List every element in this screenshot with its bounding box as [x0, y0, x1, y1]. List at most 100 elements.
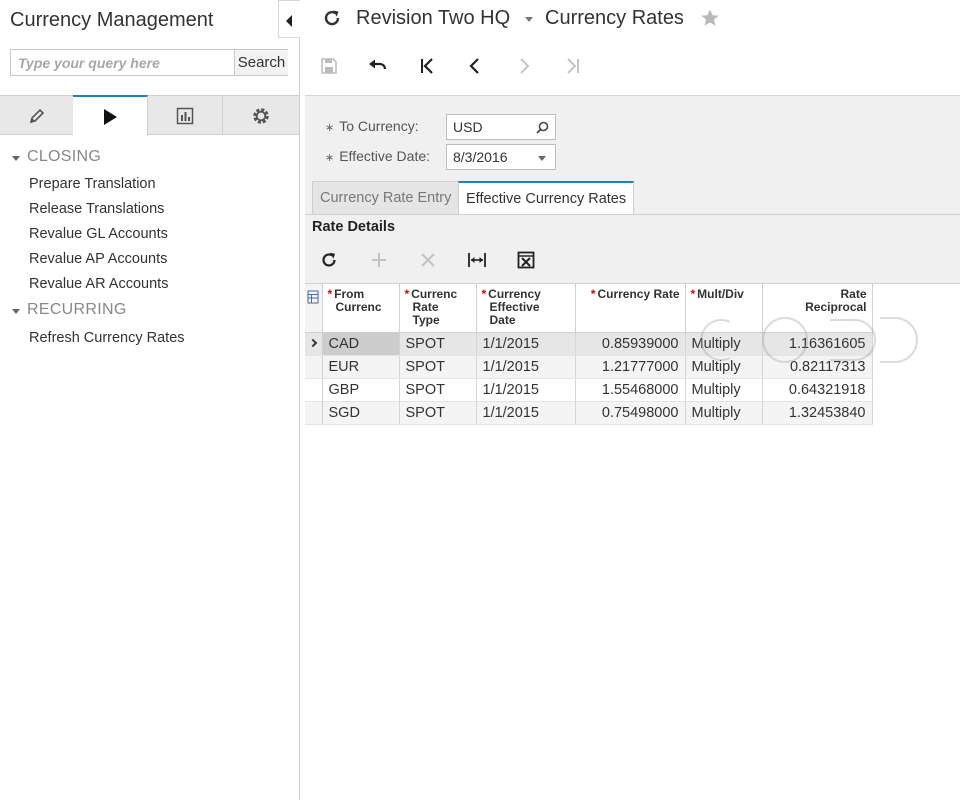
search-button[interactable]: Search: [234, 50, 288, 75]
nav-item-refresh-currency-rates[interactable]: Refresh Currency Rates: [0, 326, 299, 351]
star-icon[interactable]: [700, 8, 720, 28]
cell-mult-div[interactable]: Multiply: [685, 332, 763, 356]
nav-item-prepare-translation[interactable]: Prepare Translation: [0, 172, 299, 197]
previous-record-button[interactable]: [460, 52, 490, 80]
tab-edit[interactable]: [0, 96, 75, 135]
search-icon[interactable]: [536, 121, 549, 134]
search-box: Search: [10, 49, 288, 76]
cell-rate-type[interactable]: SPOT: [399, 332, 477, 356]
effective-date-field[interactable]: 8/3/2016: [446, 144, 556, 170]
cell-currency-rate[interactable]: 0.85939000: [575, 332, 686, 356]
cell-mult-div[interactable]: Multiply: [685, 401, 763, 425]
sidebar-tabs: [0, 95, 299, 136]
cell-from-currency[interactable]: CAD: [322, 332, 400, 356]
company-name[interactable]: Revision Two HQ: [356, 7, 510, 30]
tab-settings[interactable]: [223, 96, 299, 135]
fit-to-screen-button[interactable]: [462, 247, 492, 273]
cell-from-currency[interactable]: GBP: [322, 378, 400, 402]
cell-from-currency[interactable]: SGD: [322, 401, 400, 425]
nav-item-revalue-gl-accounts[interactable]: Revalue GL Accounts: [0, 222, 299, 247]
column-header-mult-div[interactable]: * Mult/Div: [685, 284, 763, 333]
table-row[interactable]: GBP SPOT 1/1/2015 1.55468000 Multiply 0.…: [305, 378, 873, 402]
cell-rate-reciprocal[interactable]: 0.82117313: [762, 355, 873, 379]
cell-rate-type[interactable]: SPOT: [399, 355, 477, 379]
undo-button[interactable]: [363, 52, 393, 80]
section-title: Rate Details: [312, 219, 396, 235]
cell-currency-rate[interactable]: 1.21777000: [575, 355, 686, 379]
table-row[interactable]: EUR SPOT 1/1/2015 1.21777000 Multiply 0.…: [305, 355, 873, 379]
save-button[interactable]: [314, 52, 344, 80]
plus-icon: [372, 253, 386, 267]
row-selector[interactable]: [305, 378, 323, 402]
refresh-icon: [322, 252, 336, 267]
cell-currency-rate[interactable]: 0.75498000: [575, 401, 686, 425]
search-input[interactable]: [11, 50, 234, 75]
form-area: ∗ To Currency: USD ∗ Effective Date: 8/3/2…: [305, 95, 960, 800]
sidebar-title: Currency Management: [10, 9, 214, 31]
column-header-currency-rate[interactable]: * Currency Rate: [575, 284, 686, 333]
cell-effective-date[interactable]: 1/1/2015: [476, 355, 576, 379]
required-marker: ∗: [325, 122, 335, 134]
effective-date-label: ∗ Effective Date:: [325, 148, 431, 164]
cell-effective-date[interactable]: 1/1/2015: [476, 378, 576, 402]
cell-effective-date[interactable]: 1/1/2015: [476, 332, 576, 356]
undo-icon: [369, 59, 387, 70]
tab-processes[interactable]: [73, 95, 148, 136]
caret-left-icon: [286, 15, 292, 27]
next-record-button[interactable]: [509, 52, 539, 80]
last-record-icon: [567, 58, 579, 74]
cell-rate-type[interactable]: SPOT: [399, 378, 477, 402]
group-recurring[interactable]: RECURRING: [0, 299, 299, 323]
cell-effective-date[interactable]: 1/1/2015: [476, 401, 576, 425]
excel-icon: [517, 251, 535, 269]
first-record-button[interactable]: [412, 52, 442, 80]
row-selector[interactable]: [305, 332, 323, 356]
rate-details-grid: * From Currenc * Currenc Rate Type * Currency E…: [305, 283, 960, 800]
cell-from-currency[interactable]: EUR: [322, 355, 400, 379]
close-icon: [421, 253, 435, 267]
cell-rate-reciprocal[interactable]: 1.16361605: [762, 332, 873, 356]
tab-reports[interactable]: [148, 96, 223, 135]
column-header-rate-type[interactable]: * Currenc Rate Type: [399, 284, 477, 333]
cell-mult-div[interactable]: Multiply: [685, 378, 763, 402]
nav-item-revalue-ar-accounts[interactable]: Revalue AR Accounts: [0, 272, 299, 297]
save-icon: [321, 58, 337, 74]
chevron-down-icon: [12, 309, 20, 314]
group-label: RECURRING: [27, 301, 127, 318]
cell-rate-type[interactable]: SPOT: [399, 401, 477, 425]
cell-mult-div[interactable]: Multiply: [685, 355, 763, 379]
cell-currency-rate[interactable]: 1.55468000: [575, 378, 686, 402]
play-icon: [104, 108, 117, 125]
table-row[interactable]: SGD SPOT 1/1/2015 0.75498000 Multiply 1.…: [305, 401, 873, 425]
to-currency-value: USD: [453, 119, 483, 135]
last-record-button[interactable]: [558, 52, 588, 80]
chevron-down-icon[interactable]: [525, 17, 533, 22]
collapse-sidebar-button[interactable]: [278, 0, 300, 38]
add-row-button[interactable]: [364, 247, 394, 273]
current-row-icon: [308, 338, 318, 347]
export-excel-button[interactable]: [511, 247, 541, 273]
column-settings[interactable]: [305, 284, 323, 333]
column-header-from-currency[interactable]: * From Currenc: [322, 284, 400, 333]
row-selector[interactable]: [305, 355, 323, 379]
to-currency-field[interactable]: USD: [446, 114, 556, 140]
row-selector[interactable]: [305, 401, 323, 425]
nav-item-revalue-ap-accounts[interactable]: Revalue AP Accounts: [0, 247, 299, 272]
table-row[interactable]: CAD SPOT 1/1/2015 0.85939000 Multiply 1.…: [305, 332, 873, 356]
column-header-effective-date[interactable]: * Currency Effective Date: [476, 284, 576, 333]
tab-effective-currency-rates[interactable]: Effective Currency Rates: [458, 181, 635, 215]
group-closing[interactable]: CLOSING: [0, 146, 299, 170]
fit-width-icon: [468, 253, 486, 267]
delete-row-button[interactable]: [413, 247, 443, 273]
cell-rate-reciprocal[interactable]: 1.32453840: [762, 401, 873, 425]
refresh-icon[interactable]: [322, 8, 342, 28]
required-marker: ∗: [325, 152, 335, 164]
sidebar: Currency Management Search: [0, 0, 300, 800]
nav-item-release-translations[interactable]: Release Translations: [0, 197, 299, 222]
column-header-rate-reciprocal[interactable]: Rate Reciprocal: [762, 284, 873, 333]
column-config-icon: [307, 290, 319, 304]
chevron-down-icon[interactable]: [538, 156, 546, 161]
tab-currency-rate-entry[interactable]: Currency Rate Entry: [312, 181, 460, 215]
cell-rate-reciprocal[interactable]: 0.64321918: [762, 378, 873, 402]
grid-refresh-button[interactable]: [314, 247, 344, 273]
